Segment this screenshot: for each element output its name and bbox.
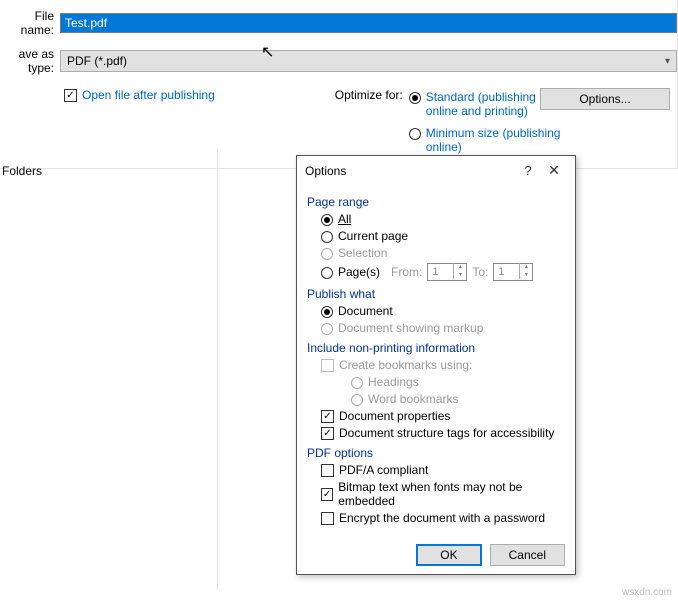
page-range-selection-label: Selection: [338, 246, 387, 260]
checkbox-icon: [321, 488, 333, 501]
checkbox-icon: [321, 427, 334, 440]
create-bookmarks-checkbox: Create bookmarks using:: [321, 358, 565, 372]
radio-icon: [351, 394, 363, 406]
pdfa-checkbox[interactable]: PDF/A compliant: [321, 463, 565, 477]
radio-icon: [351, 377, 363, 389]
publish-markup-label: Document showing markup: [338, 321, 483, 335]
radio-icon: [321, 231, 333, 243]
from-spinner[interactable]: 1: [427, 263, 467, 281]
publish-markup-radio: Document showing markup: [321, 321, 565, 335]
options-dialog: Options ? ✕ Page range All Current page …: [296, 155, 576, 575]
page-range-selection-radio: Selection: [321, 246, 565, 260]
radio-icon: [321, 306, 333, 318]
bookmarks-headings-radio: Headings: [351, 375, 565, 389]
file-name-label: File name:: [0, 9, 60, 37]
create-bookmarks-label: Create bookmarks using:: [339, 358, 472, 372]
bitmap-text-checkbox[interactable]: Bitmap text when fonts may not be embedd…: [321, 480, 565, 508]
doc-structure-checkbox[interactable]: Document structure tags for accessibilit…: [321, 426, 565, 440]
checkbox-icon: [321, 410, 334, 423]
checkbox-icon: [64, 89, 77, 102]
radio-icon: [321, 323, 333, 335]
doc-properties-label: Document properties: [339, 409, 450, 423]
checkbox-icon: [321, 512, 334, 525]
open-after-publishing-label: Open file after publishing: [82, 88, 215, 102]
page-range-current-radio[interactable]: Current page: [321, 229, 565, 243]
divider: [217, 150, 218, 590]
bookmarks-word-label: Word bookmarks: [368, 392, 458, 406]
radio-icon: [409, 92, 421, 104]
encrypt-checkbox[interactable]: Encrypt the document with a password: [321, 511, 565, 525]
save-dialog-top: File name: ave as type: PDF (*.pdf) Open…: [0, 0, 678, 169]
page-range-all-radio[interactable]: All: [321, 212, 565, 226]
cancel-button[interactable]: Cancel: [490, 544, 565, 566]
radio-icon: [321, 248, 333, 260]
publish-what-title: Publish what: [307, 287, 565, 301]
save-as-type-value: PDF (*.pdf): [67, 54, 127, 68]
radio-icon: [321, 267, 333, 279]
options-button[interactable]: Options...: [540, 88, 670, 110]
bookmarks-word-radio: Word bookmarks: [351, 392, 565, 406]
bitmap-text-label: Bitmap text when fonts may not be embedd…: [338, 480, 565, 508]
bookmarks-headings-label: Headings: [368, 375, 419, 389]
to-label: To:: [472, 265, 488, 279]
doc-properties-checkbox[interactable]: Document properties: [321, 409, 565, 423]
doc-structure-label: Document structure tags for accessibilit…: [339, 426, 554, 440]
ok-button[interactable]: OK: [416, 544, 481, 566]
watermark: wsxdn.com: [622, 587, 672, 598]
page-range-all-label: All: [338, 212, 351, 226]
save-as-type-label: ave as type:: [0, 47, 60, 75]
optimize-minimum-radio[interactable]: Minimum size (publishing online): [409, 126, 566, 154]
encrypt-label: Encrypt the document with a password: [339, 511, 545, 525]
close-button[interactable]: ✕: [541, 162, 567, 179]
publish-document-label: Document: [338, 304, 393, 318]
pdf-options-title: PDF options: [307, 446, 565, 460]
page-range-pages-radio[interactable]: Page(s) From: 1 To: 1: [321, 263, 565, 281]
optimize-minimum-label: Minimum size (publishing online): [426, 126, 566, 154]
page-range-pages-label: Page(s): [338, 265, 380, 279]
radio-icon: [321, 214, 333, 226]
checkbox-icon: [321, 464, 334, 477]
dialog-title: Options: [305, 164, 515, 178]
publish-document-radio[interactable]: Document: [321, 304, 565, 318]
to-spinner[interactable]: 1: [493, 263, 533, 281]
checkbox-icon: [321, 359, 334, 372]
non-printing-title: Include non-printing information: [307, 341, 565, 355]
page-range-current-label: Current page: [338, 229, 408, 243]
from-label: From:: [391, 265, 422, 279]
optimize-for-label: Optimize for:: [335, 88, 403, 156]
page-range-title: Page range: [307, 195, 565, 209]
pdfa-label: PDF/A compliant: [339, 463, 428, 477]
file-name-input[interactable]: [60, 13, 677, 33]
folders-label: Folders: [0, 164, 42, 178]
open-after-publishing-checkbox[interactable]: Open file after publishing: [64, 88, 215, 102]
radio-icon: [409, 128, 421, 140]
save-as-type-combo[interactable]: PDF (*.pdf): [60, 50, 677, 72]
help-button[interactable]: ?: [515, 163, 541, 178]
